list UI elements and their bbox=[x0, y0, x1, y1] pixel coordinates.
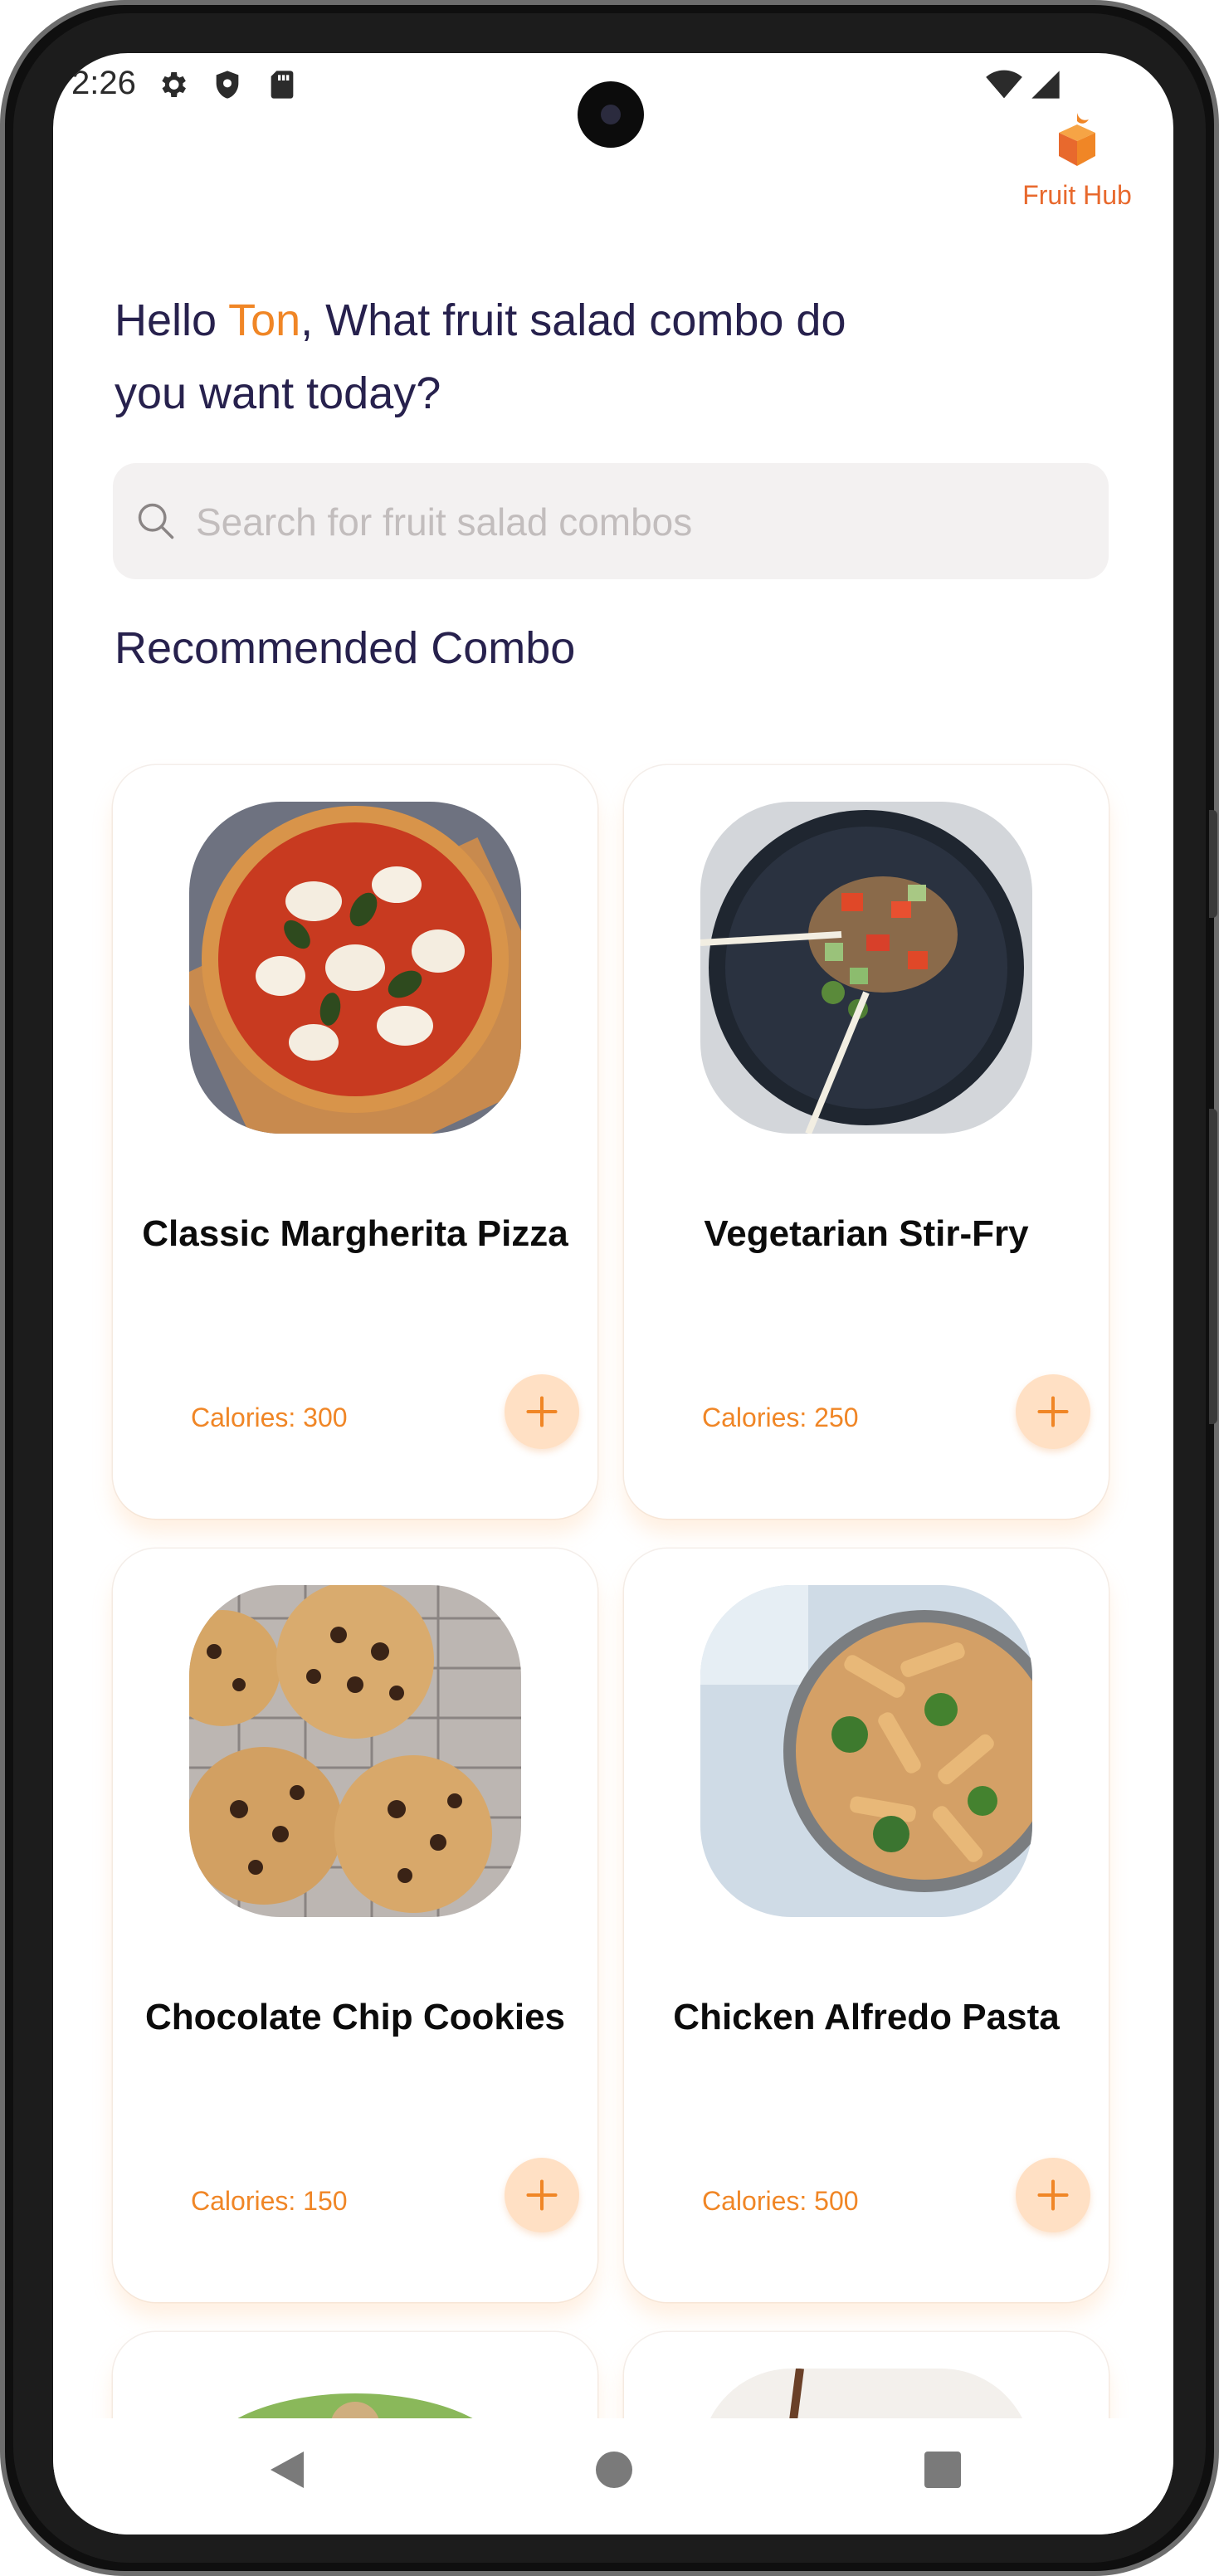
combo-name: Chicken Alfredo Pasta bbox=[673, 1997, 1060, 2037]
combo-calories: Calories: 250 bbox=[702, 1403, 859, 1432]
user-name: Ton bbox=[228, 295, 301, 345]
plus-icon bbox=[1037, 2179, 1069, 2211]
stir-fry-image bbox=[700, 802, 1032, 1134]
search-icon bbox=[134, 500, 178, 547]
add-to-basket-button[interactable] bbox=[505, 1374, 579, 1449]
combo-calories: Calories: 300 bbox=[191, 1403, 348, 1432]
combo-calories: Calories: 500 bbox=[702, 2186, 859, 2216]
cookies-image bbox=[189, 1585, 521, 1917]
combo-name: Vegetarian Stir-Fry bbox=[704, 1213, 1029, 1254]
greeting-heading: Hello Ton, What fruit salad combo do you… bbox=[115, 284, 861, 430]
plus-icon bbox=[1037, 1396, 1069, 1427]
combo-name: Classic Margherita Pizza bbox=[142, 1213, 568, 1254]
fruit-basket-icon bbox=[1019, 113, 1135, 175]
greeting-prefix: Hello bbox=[115, 295, 229, 345]
add-to-basket-button[interactable] bbox=[505, 2158, 579, 2232]
combo-name: Chocolate Chip Cookies bbox=[144, 1997, 566, 2037]
pasta-image bbox=[700, 1585, 1032, 1917]
back-icon[interactable] bbox=[267, 2448, 307, 2496]
volume-button bbox=[1209, 810, 1217, 918]
combo-calories: Calories: 150 bbox=[191, 2186, 348, 2216]
home-icon[interactable] bbox=[594, 2448, 634, 2496]
shield-icon bbox=[211, 68, 244, 108]
status-time: 2:26 bbox=[71, 65, 136, 101]
combo-card[interactable]: Classic Margherita Pizza Calories: 300 bbox=[113, 765, 597, 1519]
search-input[interactable] bbox=[194, 463, 1077, 581]
plus-icon bbox=[526, 1396, 558, 1427]
combo-card[interactable]: Chicken Alfredo Pasta Calories: 500 bbox=[624, 1549, 1109, 2302]
wifi-icon bbox=[986, 68, 1022, 108]
section-title: Recommended Combo bbox=[115, 623, 576, 673]
power-button bbox=[1209, 1109, 1217, 1424]
pizza-image bbox=[189, 802, 521, 1134]
system-nav-bar bbox=[53, 2418, 1173, 2535]
app-screen: 2:26 Fruit Hub Hello Ton, What fruit sal… bbox=[53, 53, 1173, 2535]
sd-card-icon bbox=[266, 68, 299, 108]
add-to-basket-button[interactable] bbox=[1016, 2158, 1090, 2232]
search-bar[interactable] bbox=[113, 463, 1109, 581]
add-to-basket-button[interactable] bbox=[1016, 1374, 1090, 1449]
plus-icon bbox=[526, 2179, 558, 2211]
front-camera bbox=[578, 81, 644, 148]
status-bar: 2:26 bbox=[53, 53, 1173, 148]
phone-frame: 2:26 Fruit Hub Hello Ton, What fruit sal… bbox=[0, 0, 1219, 2576]
brand-label: Fruit Hub bbox=[1022, 180, 1132, 210]
combo-card[interactable]: Chocolate Chip Cookies Calories: 150 bbox=[113, 1549, 597, 2302]
combo-card[interactable]: Vegetarian Stir-Fry Calories: 250 bbox=[624, 765, 1109, 1519]
cell-signal-icon bbox=[1029, 68, 1062, 108]
gear-icon bbox=[156, 68, 189, 108]
recents-icon[interactable] bbox=[923, 2448, 963, 2496]
brand-logo[interactable]: Fruit Hub bbox=[1019, 113, 1135, 211]
